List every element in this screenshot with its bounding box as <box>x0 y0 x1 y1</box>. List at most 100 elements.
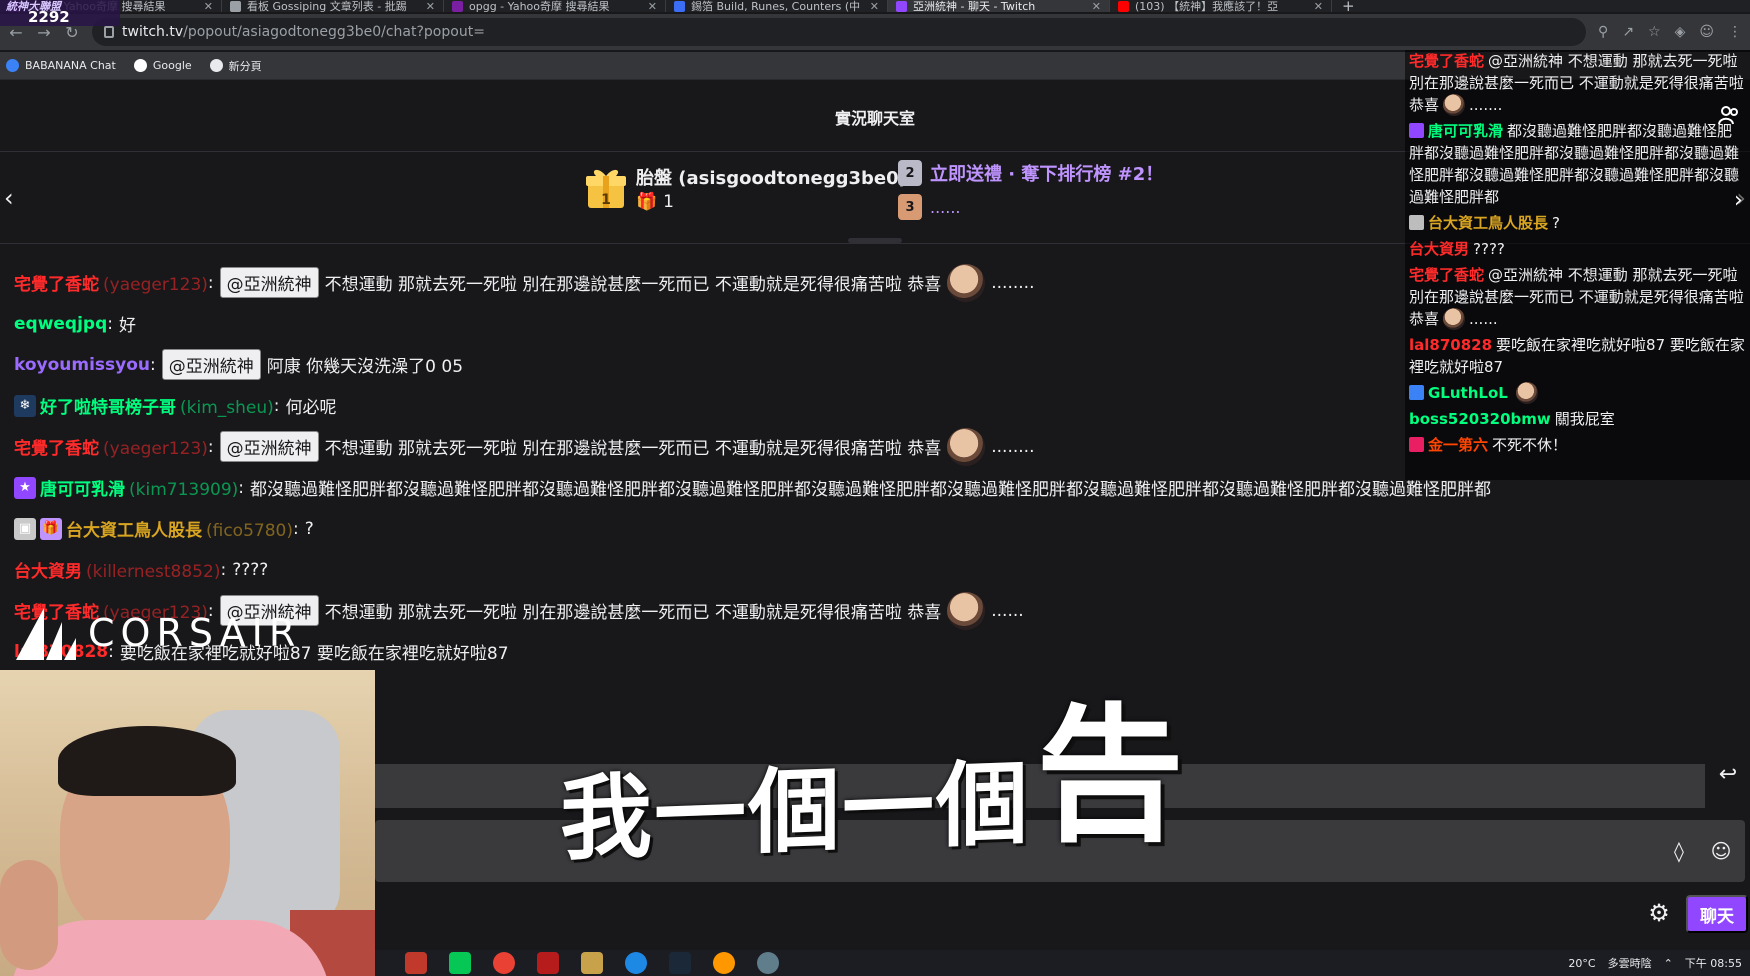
overlay-chat-panel: 宅覺了香蛇 @亞洲統神 不想運動 那就去死一死啦 別在那邊說甚麼一死而已 不運動就… <box>1405 50 1750 480</box>
chat-message[interactable]: ▣ 🎁 台大資工鳥人股長 (fico5780):? <box>14 508 1574 549</box>
overlay-message-text: 關我屁室 <box>1554 410 1615 428</box>
viewer-count: 2292 <box>28 8 70 26</box>
garena-icon[interactable] <box>537 952 559 974</box>
chat-username[interactable]: eqweqjpq <box>14 314 107 334</box>
tab-favicon-icon <box>452 0 463 12</box>
zoom-icon[interactable]: ⚲ <box>1598 24 1608 40</box>
profile-icon[interactable]: ☺ <box>1699 24 1714 40</box>
bookmark-item[interactable]: BABANANA Chat <box>6 59 116 72</box>
overlay-message-text: 不死不休！ <box>1492 436 1568 454</box>
bookmark-label: BABANANA Chat <box>25 59 116 72</box>
chat-message[interactable]: 台大資男 (killernest8852):???? <box>14 549 1574 590</box>
chat-username[interactable]: 台大資工鳥人股長 (fico5780) <box>66 516 293 541</box>
username-display: koyoumissyou <box>14 354 151 375</box>
message-colon: : <box>292 518 299 539</box>
username-display: 好了啦特哥榜子哥 <box>40 398 176 418</box>
chat-username[interactable]: 好了啦特哥榜子哥 (kim_sheu) <box>40 393 274 418</box>
chat-message[interactable]: eqweqjpq: 好 <box>14 303 1574 344</box>
new-tab-button[interactable]: + <box>1332 0 1365 12</box>
obs-icon[interactable] <box>713 952 735 974</box>
leaderboard-drag-handle[interactable] <box>848 238 902 243</box>
leaderboard-top-user[interactable]: 胎盤 (asisgoodtonegg3be0) <box>636 164 907 190</box>
emote-face-icon <box>947 427 986 466</box>
emote-face-icon <box>947 591 986 630</box>
tab-label: opgg - Yahoo奇摩 搜尋結果 <box>469 0 610 12</box>
overlay-username: 台大資男 <box>1409 240 1470 258</box>
chat-username[interactable]: 宅覺了香蛇 (yaeger123) <box>14 434 208 459</box>
chat-message[interactable]: koyoumissyou: @亞洲統神 阿康 你幾天沒洗澡了0 05 <box>14 344 1574 385</box>
toolbar-icons: ⚲ ↗ ☆ ◈ ☺ ⋮ <box>1598 24 1742 40</box>
battlenet-icon[interactable] <box>625 952 647 974</box>
close-icon[interactable]: ✕ <box>204 0 213 12</box>
chat-message[interactable]: 宅覺了香蛇 (yaeger123): @亞洲統神 不想運動 那就去死一死啦 別在那邊說… <box>14 426 1574 467</box>
users-icon[interactable] <box>1718 104 1740 126</box>
message-text: ? <box>304 518 314 539</box>
close-icon[interactable]: ✕ <box>1092 0 1101 12</box>
chrome-icon[interactable] <box>493 952 515 974</box>
bookmark-item[interactable]: Google <box>133 59 192 72</box>
address-bar[interactable]: twitch.tv/popout/asiagodtonegg3be0/chat?… <box>92 18 1587 46</box>
browser-tab[interactable]: (103) 【統神】我應該了！亞 ✕ <box>1110 0 1332 12</box>
star-badge-icon[interactable]: ★ <box>14 476 36 499</box>
close-icon[interactable]: ✕ <box>648 0 657 12</box>
bookmark-item[interactable]: 新分頁 <box>209 58 262 74</box>
tray-arrow-icon[interactable]: ⌃ <box>1664 957 1673 970</box>
close-icon[interactable]: ✕ <box>426 0 435 12</box>
screen: 統神大聯盟 2292 opgg - Yahoo奇摩 搜尋結果✕看板 Gossip… <box>0 0 1750 976</box>
clock-time[interactable]: 下午 08:55 <box>1685 955 1742 971</box>
weather-desc: 多雲時陰 <box>1607 957 1652 970</box>
sub-badge-icon[interactable]: ▣ <box>14 517 36 540</box>
chat-message[interactable]: ★ 唐可可乳滑 (kim713909): 都沒聽過難怪肥胖都沒聽過難怪肥胖都沒聽過難怪… <box>14 467 1574 508</box>
snowflake-badge-icon[interactable]: ❄ <box>14 394 36 417</box>
message-colon: : <box>207 436 214 457</box>
chat-username[interactable]: 宅覺了香蛇 (yaeger123) <box>14 270 208 295</box>
side-chat-next-icon[interactable]: › <box>1734 188 1743 213</box>
mention-chip[interactable]: @亞洲統神 <box>219 267 319 298</box>
chat-send-button[interactable]: 聊天 <box>1686 895 1748 933</box>
mention-chip[interactable]: @亞洲統神 <box>219 431 319 462</box>
browser-tab[interactable]: opgg - Yahoo奇摩 搜尋結果 ✕ <box>444 0 666 12</box>
menu-icon[interactable]: ⋮ <box>1728 24 1742 40</box>
app-icon[interactable] <box>405 952 427 974</box>
line-icon[interactable] <box>449 952 471 974</box>
overlay-chat-message: 台大資男???? <box>1409 238 1746 260</box>
chat-settings-gear-icon[interactable]: ⚙ <box>1644 898 1674 928</box>
star-icon[interactable]: ☆ <box>1648 24 1661 40</box>
chat-username[interactable]: 台大資男 (killernest8852) <box>14 557 220 582</box>
gift-badge-icon[interactable]: 🎁 <box>40 517 62 540</box>
overlay-chat-message: boss520320bmw 關我屁室 <box>1409 408 1746 430</box>
browser-tab[interactable]: 亞洲統神 - 聊天 - Twitch ✕ <box>888 0 1110 12</box>
chat-username[interactable]: koyoumissyou <box>14 355 150 375</box>
svg-text:1: 1 <box>601 192 611 208</box>
league-icon[interactable] <box>581 952 603 974</box>
gift-rank1-icon: 1 <box>586 169 626 208</box>
return-icon[interactable]: ↩ <box>1710 756 1746 792</box>
cta-text[interactable]: 立即送禮 · 奪下排行榜 #2！ <box>930 160 1163 186</box>
close-icon[interactable]: ✕ <box>1314 0 1323 12</box>
bits-icon[interactable]: ◊ <box>1666 838 1692 864</box>
leaderboard-cta[interactable]: 2 立即送禮 · 奪下排行榜 #2！ <box>898 160 1163 186</box>
steam-icon[interactable] <box>669 952 691 974</box>
close-icon[interactable]: ✕ <box>870 0 879 12</box>
share-icon[interactable]: ↗ <box>1622 24 1634 40</box>
streamer-shirt <box>10 920 330 976</box>
message-colon: : <box>220 559 227 580</box>
leaderboard-prev-icon[interactable]: ‹ <box>4 184 14 212</box>
mention-chip[interactable]: @亞洲統神 <box>161 349 261 380</box>
chat-message[interactable]: ❄ 好了啦特哥榜子哥 (kim_sheu): 何必呢 <box>14 385 1574 426</box>
username-login: (kim713909) <box>129 480 239 500</box>
chat-message[interactable]: 宅覺了香蛇 (yaeger123): @亞洲統神 不想運動 那就去死一死啦 別在那邊說… <box>14 262 1574 303</box>
chat-title: 實況聊天室 <box>834 108 915 128</box>
misc-app-icon[interactable] <box>757 952 779 974</box>
streamer-hand <box>0 860 58 970</box>
browser-toolbar: ← → ↻ twitch.tv/popout/asiagodtonegg3be0… <box>0 14 1750 50</box>
browser-tab[interactable]: 看板 Gossiping 文章列表 - 批踢 ✕ <box>222 0 444 12</box>
overlay-message-tail: ...... <box>1469 310 1498 328</box>
message-text: 不想運動 那就去死一死啦 別在那邊說甚麼一死而已 不運動就是死得很痛苦啦 恭喜 <box>324 439 942 459</box>
chat-username[interactable]: 唐可可乳滑 (kim713909) <box>40 475 238 500</box>
overlay-username: 宅覺了香蛇 <box>1409 266 1485 284</box>
corsair-wordmark: CORSAIR <box>88 611 302 655</box>
emote-picker-icon[interactable]: ☺ <box>1708 838 1734 864</box>
browser-tab[interactable]: 錫箔 Build, Runes, Counters (中 ✕ <box>666 0 888 12</box>
extensions-icon[interactable]: ◈ <box>1675 24 1686 40</box>
